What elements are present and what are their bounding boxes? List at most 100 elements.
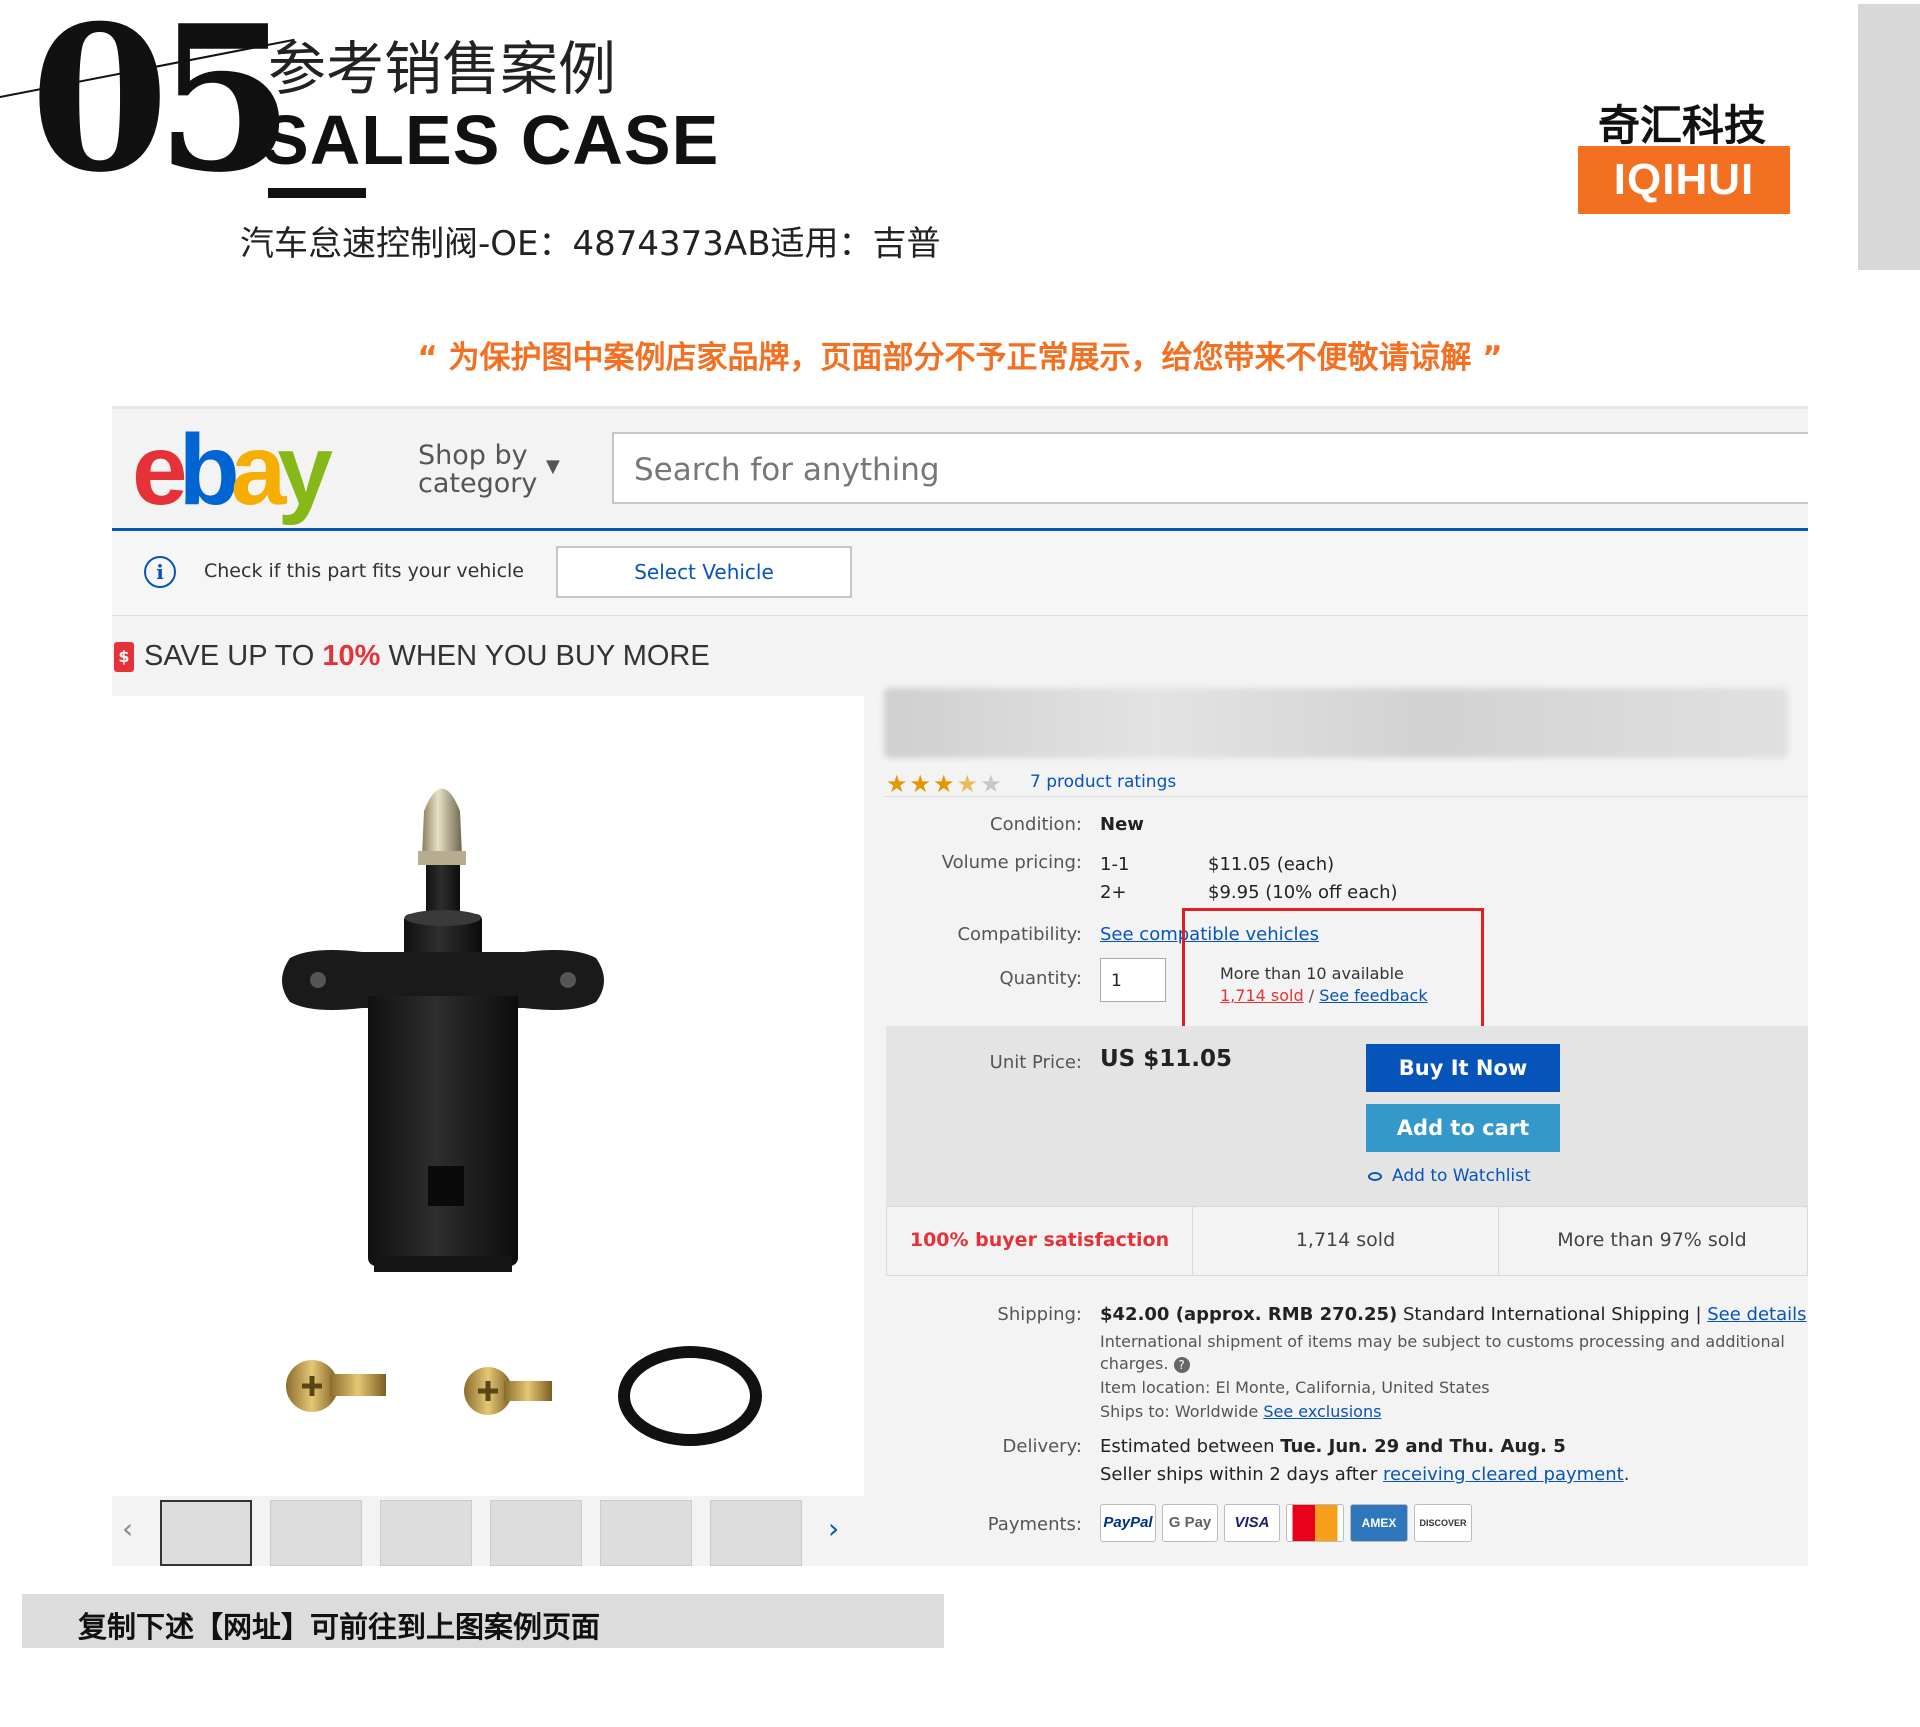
volume-qty: 2+	[1100, 882, 1127, 903]
cleared-payment-link[interactable]: receiving cleared payment	[1383, 1464, 1624, 1485]
star-icon: ★	[909, 770, 934, 798]
shipping-label: Shipping:	[997, 1304, 1082, 1325]
star-icon: ★	[980, 770, 1004, 798]
shop-by-line2: category	[418, 468, 538, 499]
save-text: SAVE UP TO 10% WHEN YOU BUY MORE	[144, 640, 710, 673]
google-pay-icon: G Pay	[1162, 1504, 1218, 1542]
logo-letter: y	[277, 414, 333, 526]
volume-price: $9.95 (10% off each)	[1208, 882, 1398, 903]
compatibility-label: Compatibility:	[957, 924, 1082, 945]
condition-value: New	[1100, 814, 1144, 835]
url-hint-bar: 复制下述【网址】可前往到上图案例页面	[22, 1594, 944, 1648]
thumbnail[interactable]	[490, 1500, 582, 1566]
logo-letter: b	[178, 414, 240, 526]
logo-letter: e	[132, 414, 188, 526]
shipping-details-link[interactable]: See details	[1707, 1304, 1806, 1325]
sold-count: 1,714 sold	[1193, 1207, 1499, 1275]
save-percent: 10%	[322, 640, 381, 672]
section-title-en: SALES CASE	[262, 101, 720, 179]
save-prefix: SAVE UP TO	[144, 640, 323, 672]
paypal-icon: PayPal	[1100, 1504, 1156, 1542]
info-icon: i	[144, 556, 176, 588]
ships-to-text: Ships to: Worldwide	[1100, 1402, 1264, 1421]
thumbnail[interactable]	[270, 1500, 362, 1566]
delivery-note: Seller ships within 2 days after receivi…	[1100, 1464, 1629, 1485]
product-image[interactable]	[112, 696, 864, 1496]
chevron-down-icon[interactable]: ▼	[546, 456, 560, 477]
delivery-note-suffix: .	[1623, 1464, 1630, 1485]
price-tag-icon: $	[114, 642, 134, 672]
chevron-right-icon[interactable]: ›	[828, 1512, 839, 1545]
item-location: Item location: El Monte, California, Uni…	[1100, 1378, 1490, 1397]
shipping-price: $42.00 (approx. RMB 270.25)	[1100, 1304, 1398, 1325]
volume-qty: 1-1	[1100, 854, 1130, 875]
fitment-bar: i Check if this part fits your vehicle S…	[112, 532, 1808, 616]
ebay-header: ebay Shop by category ▼ Search for anyth…	[112, 414, 1808, 520]
discover-icon: DISCOVER	[1414, 1504, 1472, 1542]
see-exclusions-link[interactable]: See exclusions	[1263, 1402, 1381, 1421]
volume-pricing-label: Volume pricing:	[941, 852, 1082, 873]
product-subtitle: 汽车怠速控制阀-OE：4874373AB适用：吉普	[240, 224, 941, 264]
quantity-input[interactable]: 1	[1100, 958, 1166, 1002]
fitment-text: Check if this part fits your vehicle	[204, 560, 524, 582]
unit-price-label: Unit Price:	[989, 1052, 1082, 1073]
thumbnail[interactable]	[160, 1500, 252, 1566]
quantity-label: Quantity:	[999, 968, 1082, 989]
payments-label: Payments:	[987, 1514, 1082, 1535]
highlight-box	[1182, 908, 1484, 1032]
search-input[interactable]: Search for anything	[612, 432, 1808, 504]
add-to-watchlist-link[interactable]: Add to Watchlist	[1368, 1166, 1531, 1186]
condition-label: Condition:	[990, 814, 1082, 835]
seller-stats: 100% buyer satisfaction 1,714 sold More …	[886, 1206, 1808, 1276]
select-vehicle-button[interactable]: Select Vehicle	[556, 546, 852, 598]
rating-stars[interactable]: ★★★★★	[886, 770, 1004, 798]
ebay-logo[interactable]: ebay	[132, 420, 333, 520]
sold-percent: More than 97% sold	[1557, 1229, 1747, 1251]
thumbnail-strip: ‹ ›	[112, 1496, 864, 1566]
eye-icon	[1368, 1171, 1382, 1181]
delivery-note-prefix: Seller ships within 2 days after	[1100, 1464, 1384, 1485]
delivery-label: Delivery:	[1002, 1436, 1082, 1457]
shop-by-line1: Shop by	[418, 440, 528, 471]
shipping-line: $42.00 (approx. RMB 270.25) Standard Int…	[1100, 1304, 1807, 1325]
ships-to: Ships to: Worldwide See exclusions	[1100, 1402, 1381, 1421]
logo-letter: a	[230, 414, 287, 526]
thumbnail[interactable]	[380, 1500, 472, 1566]
ebay-listing-screenshot: ebay Shop by category ▼ Search for anyth…	[112, 406, 1808, 1566]
thumbnail[interactable]	[710, 1500, 802, 1566]
shipping-note: charges. ?	[1100, 1354, 1190, 1373]
help-icon[interactable]: ?	[1173, 1357, 1190, 1373]
mastercard-icon: MC	[1286, 1504, 1344, 1542]
brand-logo: IQIHUI	[1578, 146, 1790, 214]
shop-by-category[interactable]: Shop by category	[418, 442, 537, 498]
delivery-estimate: Estimated between Tue. Jun. 29 and Thu. …	[1100, 1436, 1566, 1457]
half-star-icon: ★	[956, 770, 981, 798]
section-title-cn: 参考销售案例	[268, 35, 617, 103]
blurred-listing-title	[884, 688, 1788, 758]
buy-it-now-button[interactable]: Buy It Now	[1366, 1044, 1560, 1092]
amex-icon: AMEX	[1350, 1504, 1408, 1542]
add-to-cart-button[interactable]: Add to cart	[1366, 1104, 1560, 1152]
watchlist-label: Add to Watchlist	[1392, 1166, 1531, 1186]
save-suffix: WHEN YOU BUY MORE	[380, 640, 710, 672]
shipping-method: Standard International Shipping |	[1397, 1304, 1708, 1325]
delivery-dates: Tue. Jun. 29 and Thu. Aug. 5	[1280, 1436, 1566, 1457]
buyer-satisfaction: 100% buyer satisfaction	[887, 1207, 1193, 1275]
volume-price: $11.05 (each)	[1208, 854, 1335, 875]
privacy-notice: “ 为保护图中案例店家品牌，页面部分不予正常展示，给您带来不便敬请谅解 ”	[417, 340, 1503, 376]
top-divider	[112, 406, 1808, 409]
brand-name-cn: 奇汇科技	[1598, 101, 1767, 150]
chevron-left-icon[interactable]: ‹	[122, 1512, 133, 1545]
star-icon: ★	[886, 770, 910, 798]
title-underline	[268, 188, 366, 198]
header-divider	[112, 528, 1808, 531]
search-placeholder: Search for anything	[634, 452, 940, 488]
product-ratings-link[interactable]: 7 product ratings	[1030, 772, 1176, 792]
url-hint-text: 复制下述【网址】可前往到上图案例页面	[78, 1610, 601, 1644]
shipping-note: International shipment of items may be s…	[1100, 1332, 1785, 1351]
thumbnail[interactable]	[600, 1500, 692, 1566]
unit-price: US $11.05	[1100, 1046, 1233, 1072]
visa-icon: VISA	[1224, 1504, 1280, 1542]
section-number: 05	[30, 0, 294, 217]
side-tab	[1858, 4, 1920, 270]
